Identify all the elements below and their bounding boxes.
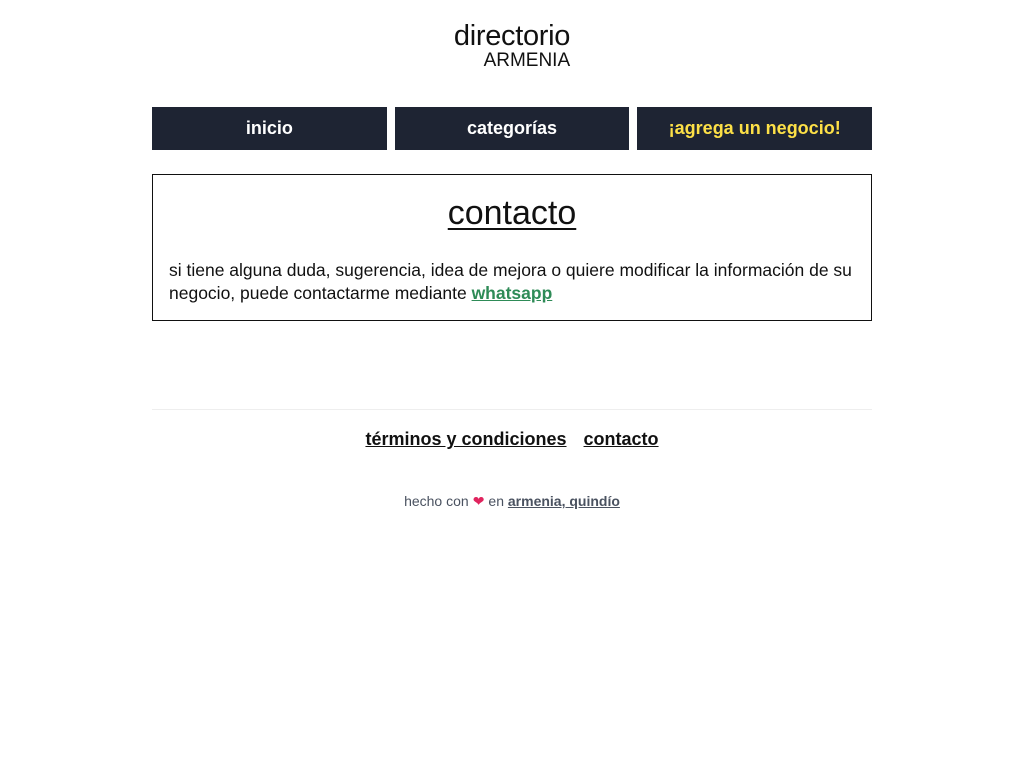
credit-prefix: hecho con — [404, 493, 469, 509]
page: directorio ARMENIA inicio categorías ¡ag… — [0, 0, 1024, 768]
nav-add-business-button[interactable]: ¡agrega un negocio! — [637, 107, 873, 150]
footer-credit: hecho con ❤ en armenia, quindío — [0, 493, 1024, 510]
contact-card: contacto si tiene alguna duda, sugerenci… — [152, 174, 872, 321]
logo-wordmark[interactable]: directorio ARMENIA — [453, 20, 571, 71]
contact-description: si tiene alguna duda, sugerencia, idea d… — [169, 259, 859, 305]
nav-categories-button[interactable]: categorías — [394, 107, 630, 150]
terms-link[interactable]: términos y condiciones — [365, 429, 566, 449]
main-nav: inicio categorías ¡agrega un negocio! — [152, 107, 873, 150]
credit-middle: en — [488, 493, 504, 509]
footer-contact-link[interactable]: contacto — [584, 429, 659, 449]
site-logo[interactable]: directorio ARMENIA — [0, 22, 1024, 71]
location-link[interactable]: armenia, quindío — [508, 493, 620, 509]
nav-home-button[interactable]: inicio — [152, 107, 387, 150]
footer-links: términos y condiciones contacto — [0, 429, 1024, 450]
footer-divider — [152, 409, 872, 410]
logo-subtitle: ARMENIA — [483, 50, 571, 71]
page-title: contacto — [447, 194, 577, 232]
whatsapp-link[interactable]: whatsapp — [472, 283, 553, 303]
heart-icon: ❤ — [472, 493, 485, 509]
logo-title: directorio — [453, 20, 571, 52]
